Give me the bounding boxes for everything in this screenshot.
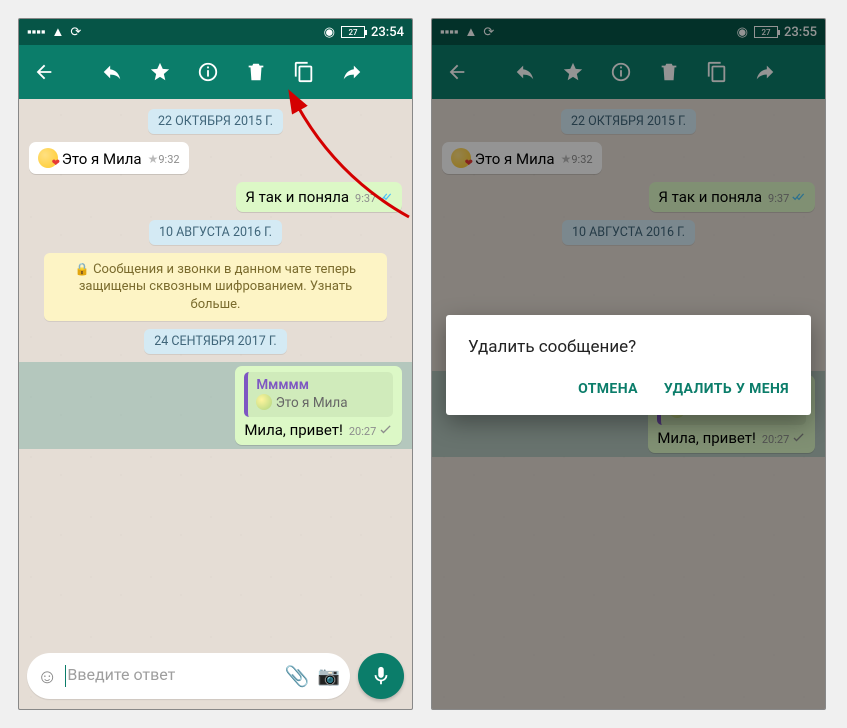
quoted-message: Ммммм Это я Мила [244,372,393,417]
system-text: Сообщения и звонки в данном чате теперь … [79,262,356,312]
star-icon[interactable] [145,57,175,87]
reply-icon[interactable] [97,57,127,87]
cancel-button[interactable]: ОТМЕНА [578,381,638,397]
warning-icon: ▲ [51,24,64,40]
message-text: Это я Мила [62,150,142,168]
message-time: 20:27 [349,425,376,438]
delete-for-me-button[interactable]: УДАЛИТЬ У МЕНЯ [664,381,789,397]
message-input[interactable]: ☺ Введите ответ 📎 📷 [27,653,350,699]
copy-icon[interactable] [289,57,319,87]
back-icon[interactable] [29,57,59,87]
date-chip: 22 ОКТЯБРЯ 2015 Г. [148,109,283,134]
message-text: Мила, привет! [244,421,343,439]
lock-icon: 🔒 [75,262,90,276]
message-outgoing-selected[interactable]: Ммммм Это я Мила Мила, привет! 20:27 [235,366,402,445]
read-ticks-icon [379,192,393,202]
status-time: 23:54 [371,25,404,40]
encryption-notice[interactable]: 🔒 Сообщения и звонки в данном чате тепер… [44,253,387,322]
quote-sender: Ммммм [256,377,385,394]
battery-icon: 27 [341,26,365,38]
emoji-picker-icon[interactable]: ☺ [37,664,57,689]
message-outgoing[interactable]: Я так и поняла 9:37 [236,182,402,212]
quote-body: Это я Мила [276,395,348,411]
delete-dialog: Удалить сообщение? ОТМЕНА УДАЛИТЬ У МЕНЯ [446,315,811,415]
phone-left: ▪▪▪▪ ▲ ⟳ ◉ 27 23:54 22 [18,18,413,710]
sick-emoji-icon [256,394,272,410]
date-chip: 10 АВГУСТА 2016 Г. [149,220,282,245]
camera-icon[interactable]: 📷 [318,666,340,687]
phone-right: ▪▪▪▪ ▲ ⟳ ◉ 27 23:55 22 ОКТЯБРЯ 2015 Г. Э… [431,18,826,710]
forward-icon[interactable] [337,57,367,87]
date-chip: 24 СЕНТЯБРЯ 2017 Г. [144,329,286,354]
status-bar: ▪▪▪▪ ▲ ⟳ ◉ 27 23:54 [19,19,412,45]
action-toolbar [19,45,412,99]
input-placeholder: Введите ответ [67,665,175,684]
message-incoming[interactable]: Это я Мила ★9:32 [29,142,189,174]
kiss-emoji-icon [38,148,58,168]
wifi-icon: ◉ [324,25,335,40]
message-time: 9:37 [355,192,376,205]
selection-highlight: Ммммм Это я Мила Мила, привет! 20:27 [19,362,412,449]
delete-icon[interactable] [241,57,271,87]
sent-tick-icon [379,425,393,435]
dialog-title: Удалить сообщение? [468,337,789,357]
input-row: ☺ Введите ответ 📎 📷 [19,647,412,709]
attach-icon[interactable]: 📎 [285,664,310,688]
sync-icon: ⟳ [70,25,81,40]
mic-button[interactable] [358,653,404,699]
signal-icon: ▪▪▪▪ [27,24,45,40]
message-time: 9:32 [158,153,179,166]
info-icon[interactable] [193,57,223,87]
starred-icon: ★ [148,152,159,166]
chat-area[interactable]: 22 ОКТЯБРЯ 2015 Г. Это я Мила ★9:32 Я та… [19,99,412,647]
message-text: Я так и поняла [245,188,349,206]
